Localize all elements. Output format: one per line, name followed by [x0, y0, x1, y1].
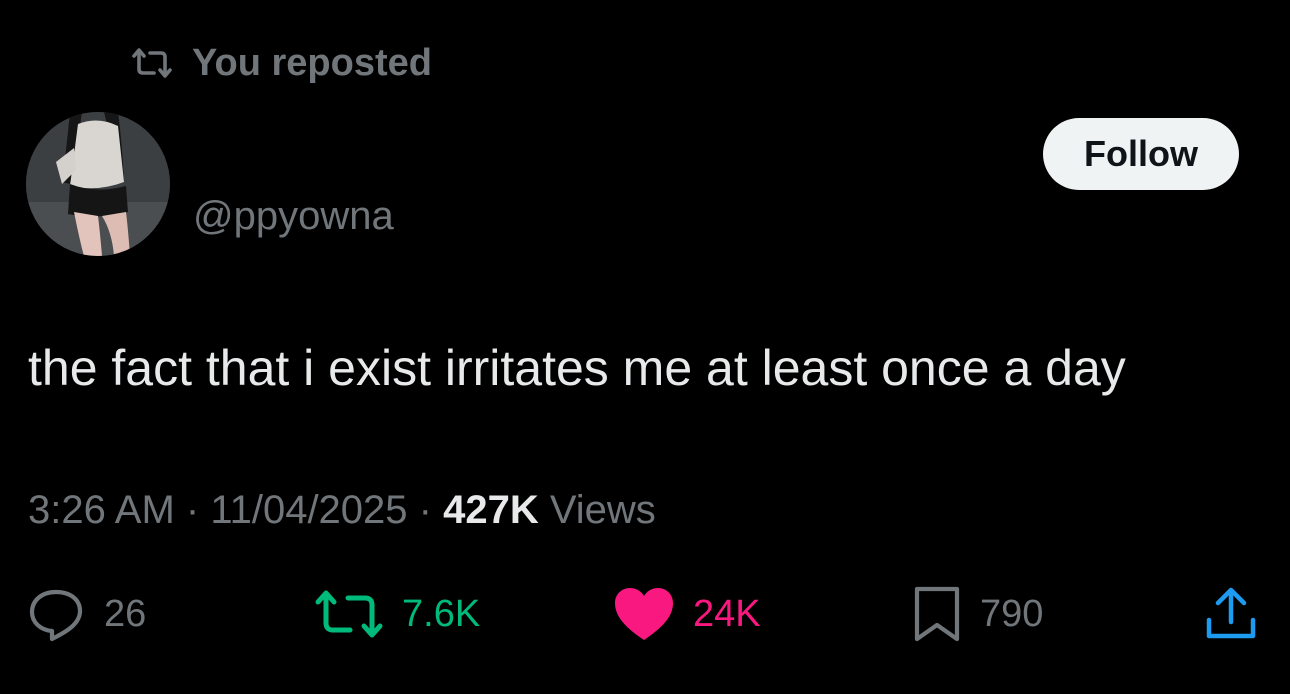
views-count: 427K [443, 488, 539, 532]
bookmark-icon [912, 585, 962, 643]
share-button[interactable] [1202, 584, 1260, 644]
repost-icon [130, 47, 174, 79]
avatar[interactable] [26, 112, 170, 256]
reply-count: 26 [104, 592, 147, 635]
meta-separator: · [174, 488, 211, 532]
follow-button[interactable]: Follow [1043, 118, 1239, 190]
repost-banner: You reposted [130, 40, 432, 86]
bookmark-button[interactable]: 790 [912, 584, 1043, 644]
tweet-date[interactable]: 11/04/2025 [210, 488, 407, 532]
share-icon [1202, 586, 1260, 642]
repost-button[interactable]: 7.6K [314, 584, 480, 644]
heart-icon [613, 586, 675, 642]
action-bar: 26 7.6K 24K 790 [0, 584, 1290, 644]
tweet-time[interactable]: 3:26 AM [28, 488, 175, 532]
author-handle[interactable]: @ppyowna [193, 192, 394, 240]
meta-separator: · [407, 488, 444, 532]
reply-icon [26, 586, 86, 642]
bookmark-count: 790 [980, 592, 1044, 635]
repost-count: 7.6K [402, 592, 481, 635]
views-label: Views [538, 488, 656, 532]
repost-banner-text: You reposted [192, 42, 432, 84]
tweet-metadata: 3:26 AM · 11/04/2025 · 427K Views [28, 486, 656, 534]
reply-button[interactable]: 26 [26, 584, 146, 644]
like-button[interactable]: 24K [613, 584, 761, 644]
tweet-text: the fact that i exist irritates me at le… [28, 340, 1126, 396]
repost-icon [314, 588, 384, 640]
like-count: 24K [693, 592, 761, 635]
